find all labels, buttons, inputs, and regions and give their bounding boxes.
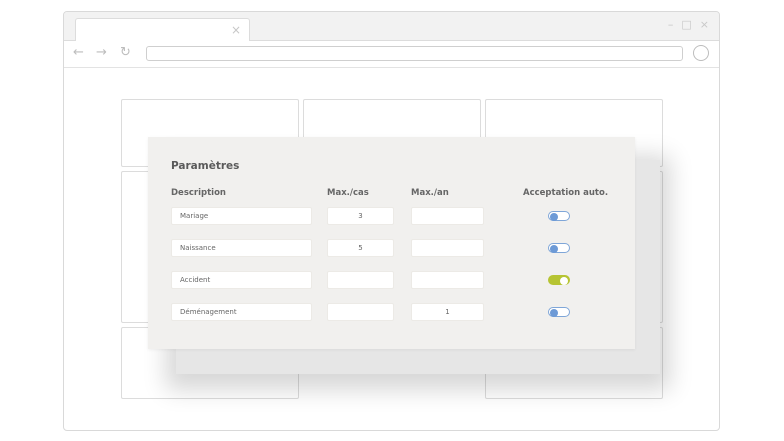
forward-arrow-icon[interactable]: → bbox=[96, 45, 107, 61]
window-close-icon[interactable]: × bbox=[700, 18, 709, 32]
navigation-bar: ← → ↻ bbox=[64, 41, 719, 68]
column-header-max-year: Max./an bbox=[411, 188, 449, 198]
close-icon[interactable]: × bbox=[231, 23, 241, 37]
description-field[interactable]: Accident bbox=[171, 271, 312, 289]
max-year-field[interactable] bbox=[411, 271, 484, 289]
window-controls: – □ × bbox=[668, 18, 709, 32]
column-header-max-case: Max./cas bbox=[327, 188, 369, 198]
auto-accept-toggle[interactable] bbox=[548, 243, 570, 253]
browser-tab[interactable]: × bbox=[75, 18, 250, 42]
settings-dialog: Paramètres Description Max./cas Max./an … bbox=[148, 137, 635, 349]
toggle-knob bbox=[550, 245, 558, 253]
toggle-knob bbox=[560, 277, 568, 285]
max-year-field[interactable] bbox=[411, 207, 484, 225]
max-year-field[interactable]: 1 bbox=[411, 303, 484, 321]
maximize-icon[interactable]: □ bbox=[681, 18, 691, 32]
auto-accept-toggle[interactable] bbox=[548, 211, 570, 221]
reload-icon[interactable]: ↻ bbox=[120, 45, 131, 61]
tab-bar: × – □ × bbox=[64, 12, 719, 42]
max-case-field[interactable] bbox=[327, 271, 394, 289]
column-header-description: Description bbox=[171, 188, 226, 198]
minimize-icon[interactable]: – bbox=[668, 18, 674, 32]
address-bar[interactable] bbox=[146, 46, 683, 61]
max-case-field[interactable] bbox=[327, 303, 394, 321]
column-header-auto-accept: Acceptation auto. bbox=[523, 188, 609, 198]
toggle-knob bbox=[550, 213, 558, 221]
description-field[interactable]: Naissance bbox=[171, 239, 312, 257]
auto-accept-toggle[interactable] bbox=[548, 275, 570, 285]
toggle-knob bbox=[550, 309, 558, 317]
max-case-field[interactable]: 3 bbox=[327, 207, 394, 225]
back-arrow-icon[interactable]: ← bbox=[73, 45, 84, 61]
max-case-field[interactable]: 5 bbox=[327, 239, 394, 257]
description-field[interactable]: Mariage bbox=[171, 207, 312, 225]
max-year-field[interactable] bbox=[411, 239, 484, 257]
dialog-title: Paramètres bbox=[171, 160, 240, 172]
profile-icon[interactable] bbox=[693, 45, 709, 61]
description-field[interactable]: Déménagement bbox=[171, 303, 312, 321]
auto-accept-toggle[interactable] bbox=[548, 307, 570, 317]
